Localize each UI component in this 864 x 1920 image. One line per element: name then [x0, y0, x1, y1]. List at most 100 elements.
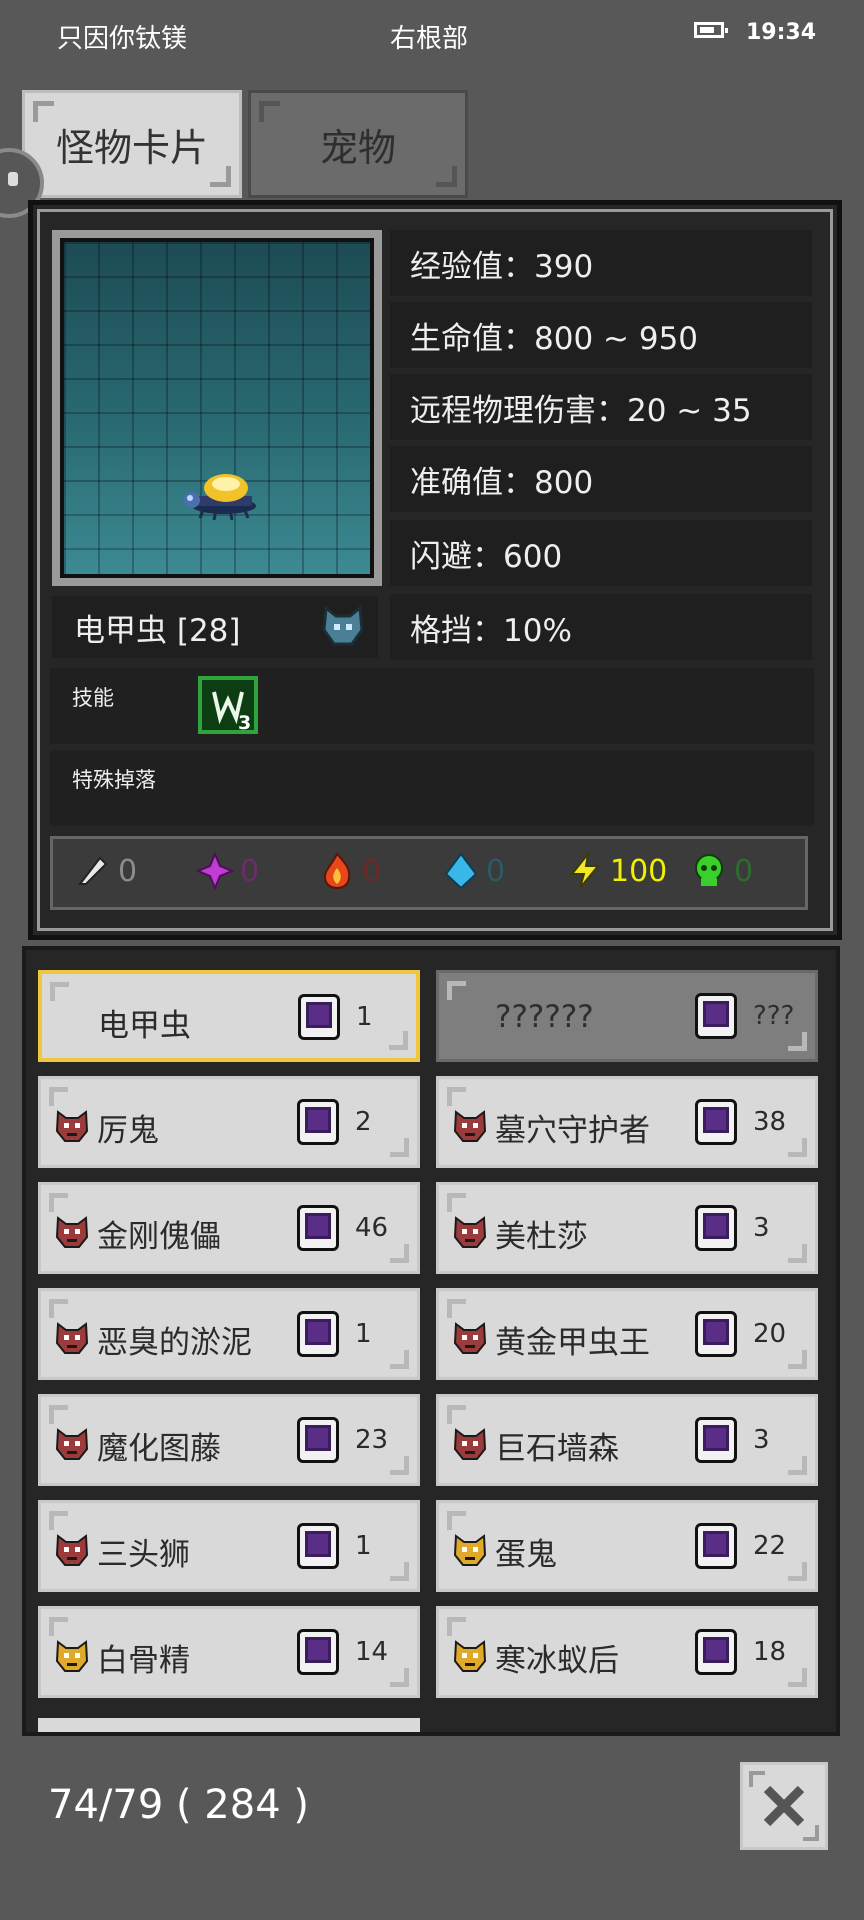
corner-decoration — [49, 1617, 68, 1636]
corner-decoration — [447, 1193, 466, 1212]
monster-card-count: 3 — [753, 1425, 770, 1455]
monster-list-item[interactable]: 魔化图藤 23 — [38, 1394, 420, 1486]
corner-decoration — [50, 982, 69, 1001]
physical-icon — [77, 856, 108, 885]
corner-decoration — [447, 981, 466, 1000]
monster-card-icon — [695, 1099, 737, 1145]
gold-monster-mask-icon — [453, 1640, 487, 1672]
monster-card-icon — [298, 994, 340, 1040]
corner-decoration — [447, 1087, 466, 1106]
monster-list-item-name: 黄金甲虫王 — [495, 1325, 650, 1361]
status-left-text: 只因你钛镁 — [57, 24, 188, 54]
monster-list-item[interactable]: 三头狮 1 — [38, 1500, 420, 1592]
status-center-text: 右根部 — [390, 24, 469, 54]
lightning-icon — [569, 852, 601, 889]
monster-list-item-name: 魔化图藤 — [97, 1431, 221, 1467]
monster-card-count: 46 — [355, 1213, 389, 1243]
resist-fire: 0 — [318, 852, 381, 890]
monster-list-item-name: 墓穴守护者 — [495, 1113, 650, 1149]
monster-list-item[interactable]: 恶臭的淤泥 1 — [38, 1288, 420, 1380]
monster-list-item[interactable]: 蛋鬼 22 — [436, 1500, 818, 1592]
corner-decoration — [447, 1405, 466, 1424]
monster-card-icon — [695, 1311, 737, 1357]
stat-block: 格挡：10% — [390, 594, 812, 660]
skill-row — [50, 668, 814, 744]
monster-list-item[interactable]: 寒冰蚁后 18 — [436, 1606, 818, 1698]
monster-list-item[interactable]: 墓穴守护者 38 — [436, 1076, 818, 1168]
monster-list-item[interactable]: 厉鬼 2 — [38, 1076, 420, 1168]
corner-decoration — [436, 166, 457, 187]
status-time: 19:34 — [746, 20, 817, 45]
resist-poison: 0 — [690, 852, 753, 890]
red-monster-mask-icon — [453, 1110, 487, 1142]
red-monster-mask-icon — [55, 1110, 89, 1142]
poison-icon — [695, 854, 723, 886]
stat-evasion: 闪避：600 — [390, 520, 812, 586]
monster-list-item[interactable]: ????????? — [436, 970, 818, 1062]
special-drop-label: 特殊掉落 — [72, 768, 156, 792]
resist-water-value: 0 — [486, 853, 506, 889]
red-monster-mask-icon — [453, 1216, 487, 1248]
corner-decoration — [788, 1032, 807, 1051]
fire-icon — [324, 852, 351, 889]
corner-decoration — [389, 1031, 408, 1050]
monster-list-item[interactable]: 黄金甲虫王 20 — [436, 1288, 818, 1380]
arcane-icon — [196, 852, 234, 890]
close-button[interactable] — [740, 1762, 828, 1850]
monster-list-item[interactable]: 电甲虫 1 — [38, 970, 420, 1062]
monster-portrait-frame — [52, 230, 382, 586]
corner-decoration — [447, 1511, 466, 1530]
stat-accuracy: 准确值：800 — [390, 446, 812, 512]
monster-list-item-partial[interactable] — [38, 1718, 420, 1732]
resist-arcane-value: 0 — [240, 853, 260, 889]
battery-icon — [694, 22, 728, 38]
gold-monster-mask-icon — [55, 1640, 89, 1672]
resist-fire-value: 0 — [362, 853, 382, 889]
corner-decoration — [447, 1617, 466, 1636]
monster-list-item-name: 厉鬼 — [97, 1113, 159, 1149]
corner-decoration — [49, 1087, 68, 1106]
resist-lightning: 100 — [566, 852, 667, 890]
monster-card-count: 1 — [356, 1002, 373, 1032]
corner-decoration — [49, 1193, 68, 1212]
red-monster-mask-icon — [55, 1216, 89, 1248]
monster-card-count: 22 — [753, 1531, 787, 1561]
red-monster-mask-icon — [55, 1428, 89, 1460]
special-drop-row — [50, 750, 814, 826]
corner-decoration — [390, 1456, 409, 1475]
monster-card-icon — [297, 1205, 339, 1251]
corner-decoration — [788, 1244, 807, 1263]
monster-list-item-name: 美杜莎 — [495, 1219, 588, 1255]
corner-decoration — [447, 1299, 466, 1318]
monster-card-count: 3 — [753, 1213, 770, 1243]
monster-card-icon — [297, 1523, 339, 1569]
monster-list-item-name: ?????? — [495, 999, 594, 1035]
monster-list-item[interactable]: 巨石墙森 3 — [436, 1394, 818, 1486]
monster-list-item[interactable]: 金刚傀儡 46 — [38, 1182, 420, 1274]
monster-card-icon — [695, 993, 737, 1039]
stat-ranged-damage: 远程物理伤害：20 ~ 35 — [390, 374, 812, 440]
monster-list-item-name: 白骨精 — [97, 1643, 190, 1679]
monster-list-item[interactable]: 美杜莎 3 — [436, 1182, 818, 1274]
gold-monster-mask-icon — [453, 1534, 487, 1566]
monster-list-item[interactable]: 白骨精 14 — [38, 1606, 420, 1698]
red-monster-mask-icon — [453, 1322, 487, 1354]
corner-decoration — [390, 1668, 409, 1687]
monster-card-count: 2 — [355, 1107, 372, 1137]
monster-card-count: ??? — [753, 1001, 795, 1031]
monster-card-count: 38 — [753, 1107, 787, 1137]
red-monster-mask-icon — [55, 1322, 89, 1354]
tab-pets[interactable]: 宠物 — [248, 90, 468, 198]
monster-card-count: 14 — [355, 1637, 389, 1667]
monster-card-count: 18 — [753, 1637, 787, 1667]
monster-list-item-name: 巨石墙森 — [495, 1431, 619, 1467]
monster-card-icon — [297, 1629, 339, 1675]
monster-card-icon — [297, 1417, 339, 1463]
corner-decoration — [390, 1350, 409, 1369]
corner-decoration — [788, 1668, 807, 1687]
monster-card-icon — [297, 1099, 339, 1145]
tab-monster-cards[interactable]: 怪物卡片 — [22, 90, 242, 198]
monster-card-icon — [695, 1417, 737, 1463]
monster-card-icon — [695, 1523, 737, 1569]
tab-pets-label: 宠物 — [319, 125, 396, 170]
